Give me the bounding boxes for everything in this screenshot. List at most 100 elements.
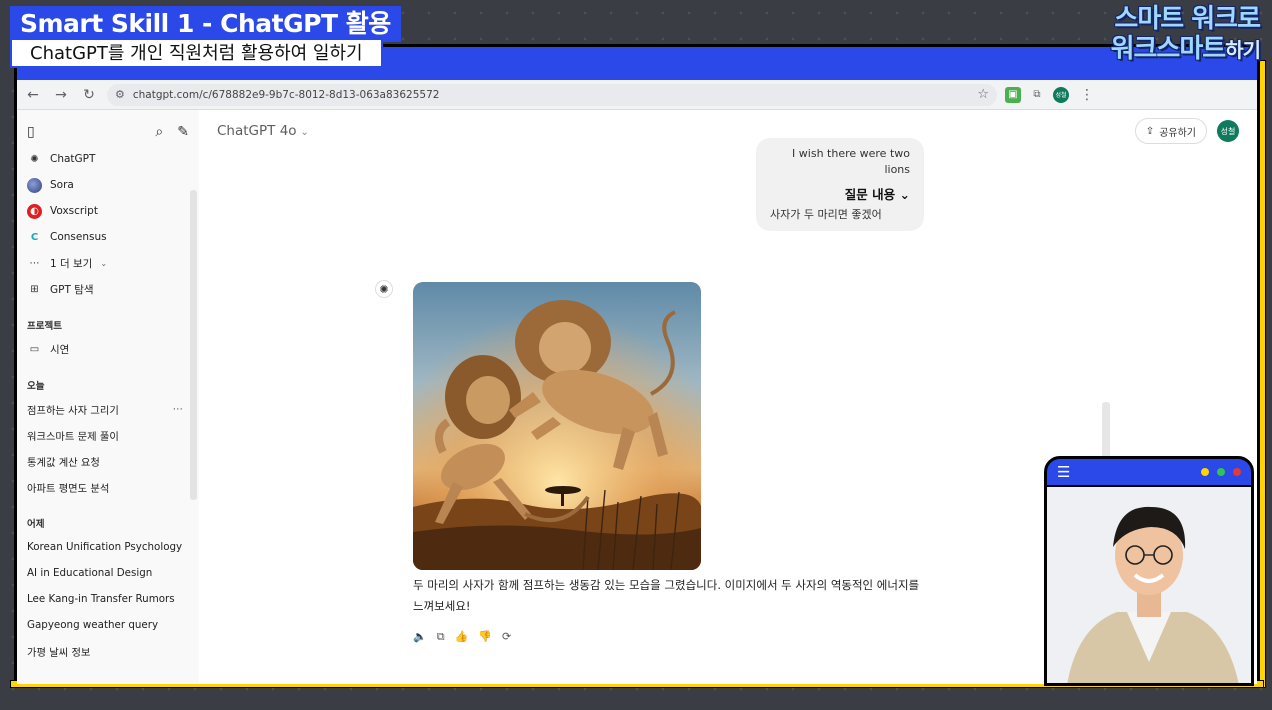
chat-history-item[interactable]: Gapyeong weather query bbox=[17, 612, 199, 638]
openai-icon: ✺ bbox=[30, 153, 39, 165]
chat-title: 점프하는 사자 그리기 bbox=[27, 404, 119, 417]
model-selector[interactable]: ChatGPT 4o ⌄ bbox=[217, 123, 309, 139]
chat-history-item[interactable]: Korean Unification Psychology bbox=[17, 534, 199, 560]
chat-title: 가평 날씨 정보 bbox=[27, 646, 91, 659]
bookmark-star-icon[interactable]: ☆ bbox=[977, 87, 989, 102]
chat-title: 아파트 평면도 분석 bbox=[27, 482, 110, 495]
address-toolbar: ← → ↻ ⚙ chatgpt.com/c/678882e9-9b7c-8012… bbox=[17, 80, 1257, 110]
sidebar-toggle-icon[interactable]: ▯ bbox=[27, 124, 35, 140]
chevron-down-icon: ⌄ bbox=[899, 187, 910, 202]
sidebar-item-label: Voxscript bbox=[50, 205, 98, 217]
browser-menu-icon[interactable]: ⋮ bbox=[1077, 85, 1097, 105]
chevron-down-icon: ⌄ bbox=[300, 127, 309, 138]
sidebar-item-label: ChatGPT bbox=[50, 153, 96, 165]
extension-icon[interactable]: ▣ bbox=[1005, 86, 1021, 103]
reload-icon[interactable]: ↻ bbox=[79, 85, 99, 105]
chat-history-item[interactable]: AI in Educational Design bbox=[17, 560, 199, 586]
chat-title: Korean Unification Psychology bbox=[27, 541, 183, 553]
chat-header: ChatGPT 4o ⌄ ⇪ 공유하기 성철 bbox=[199, 110, 1257, 152]
chat-title: 통계값 계산 요청 bbox=[27, 456, 100, 469]
question-toggle-label: 질문 내용 bbox=[844, 187, 896, 202]
sidebar-item-voxscript[interactable]: ◐ Voxscript bbox=[17, 198, 199, 224]
sidebar-item-more[interactable]: ⋯ 1 더 보기 ⌄ bbox=[17, 250, 199, 276]
chat-history-item[interactable]: 가평 날씨 정보 bbox=[17, 638, 199, 664]
browser-profile-avatar[interactable]: 성철 bbox=[1053, 86, 1069, 103]
sidebar-item-label: GPT 탐색 bbox=[50, 283, 94, 296]
generated-image[interactable] bbox=[413, 282, 701, 570]
project-label: 시연 bbox=[50, 343, 70, 356]
assistant-response-text: 두 마리의 사자가 함께 점프하는 생동감 있는 모습을 그렸습니다. 이미지에… bbox=[413, 578, 920, 613]
window-dot-red-icon bbox=[1233, 468, 1241, 476]
avatar[interactable]: 성철 bbox=[1217, 120, 1239, 142]
channel-logo: 스마트 워크로 워크스마트하기 bbox=[1090, 4, 1261, 74]
chat-history-item[interactable]: 통계값 계산 요청 bbox=[17, 448, 199, 474]
window-dot-yellow-icon bbox=[1201, 468, 1209, 476]
chat-title: AI in Educational Design bbox=[27, 567, 153, 579]
site-settings-icon[interactable]: ⚙ bbox=[115, 88, 125, 101]
share-button[interactable]: ⇪ 공유하기 bbox=[1134, 118, 1207, 144]
project-item[interactable]: ▭ 시연 bbox=[17, 336, 199, 362]
presenter-figure bbox=[1067, 506, 1239, 683]
share-icon: ⇪ bbox=[1145, 125, 1155, 137]
read-aloud-icon[interactable]: 🔈 bbox=[413, 630, 427, 644]
thumbs-up-icon[interactable]: 👍 bbox=[455, 630, 469, 644]
more-dots-icon: ⋯ bbox=[29, 257, 40, 269]
user-message-text: I wish there were two lions bbox=[792, 147, 910, 176]
logo-line-2-suffix: 하기 bbox=[1225, 38, 1261, 62]
url-text: chatgpt.com/c/678882e9-9b7c-8012-8d13-06… bbox=[132, 88, 440, 101]
sidebar-header: ▯ ⌕ ✎ bbox=[17, 118, 199, 146]
sidebar: ▯ ⌕ ✎ ✺ ChatGPT Sora ◐ Voxscript C Conse bbox=[17, 110, 199, 684]
translated-message: 사자가 두 마리면 좋겠어 bbox=[770, 208, 882, 221]
presenter-webcam-overlay: ☰ bbox=[1044, 456, 1254, 686]
lions-illustration bbox=[413, 282, 701, 570]
chat-history-item[interactable]: 점프하는 사자 그리기 ⋯ bbox=[17, 396, 199, 422]
chat-history-item[interactable]: 아파트 평면도 분석 bbox=[17, 474, 199, 500]
chat-title: 워크스마트 문제 풀이 bbox=[27, 430, 119, 443]
sidebar-scrollbar[interactable] bbox=[190, 190, 197, 500]
hamburger-menu-icon: ☰ bbox=[1057, 463, 1071, 481]
search-icon[interactable]: ⌕ bbox=[155, 124, 163, 140]
window-dot-green-icon bbox=[1217, 468, 1225, 476]
assistant-avatar-icon: ✺ bbox=[375, 280, 393, 298]
voxscript-icon: ◐ bbox=[27, 203, 42, 219]
projects-heading: 프로젝트 bbox=[27, 321, 62, 332]
presenter-video bbox=[1047, 485, 1251, 683]
sidebar-item-label: Consensus bbox=[50, 231, 107, 243]
sidebar-item-chatgpt[interactable]: ✺ ChatGPT bbox=[17, 146, 199, 172]
video-subtitle-banner: ChatGPT를 개인 직원처럼 활용하여 일하기 bbox=[10, 40, 383, 68]
folder-icon: ▭ bbox=[29, 343, 40, 355]
chat-title: Gapyeong weather query bbox=[27, 619, 159, 631]
forward-arrow-icon[interactable]: → bbox=[51, 85, 71, 105]
chat-history-item[interactable]: 워크스마트 문제 풀이 bbox=[17, 422, 199, 448]
chevron-down-icon: ⌄ bbox=[100, 258, 108, 268]
grid-icon: ⊞ bbox=[30, 283, 39, 295]
sidebar-item-label: 1 더 보기 bbox=[50, 257, 93, 270]
back-arrow-icon[interactable]: ← bbox=[23, 85, 43, 105]
sidebar-item-explore-gpts[interactable]: ⊞ GPT 탐색 bbox=[17, 276, 199, 302]
response-actions: 🔈 ⧉ 👍 👎 ⟳ bbox=[413, 630, 511, 644]
logo-line-2: 워크스마트하기 bbox=[1090, 34, 1261, 65]
question-toggle[interactable]: 질문 내용 ⌄ bbox=[770, 184, 910, 203]
sidebar-item-sora[interactable]: Sora bbox=[17, 172, 199, 198]
webcam-titlebar: ☰ bbox=[1047, 459, 1251, 485]
extensions-puzzle-icon[interactable]: ⧉ bbox=[1029, 87, 1045, 103]
more-options-icon[interactable]: ⋯ bbox=[173, 403, 183, 415]
thumbs-down-icon[interactable]: 👎 bbox=[478, 630, 492, 644]
yesterday-heading: 어제 bbox=[27, 519, 45, 530]
video-title-banner: Smart Skill 1 - ChatGPT 활용 bbox=[10, 6, 401, 42]
new-chat-icon[interactable]: ✎ bbox=[177, 124, 189, 140]
chat-history-item[interactable]: Lee Kang-in Transfer Rumors bbox=[17, 586, 199, 612]
url-bar[interactable]: ⚙ chatgpt.com/c/678882e9-9b7c-8012-8d13-… bbox=[107, 83, 997, 106]
today-heading: 오늘 bbox=[27, 381, 45, 392]
logo-line-2-main: 워크스마트 bbox=[1110, 34, 1227, 64]
regenerate-icon[interactable]: ⟳ bbox=[502, 630, 511, 644]
user-message-bubble: I wish there were two lions 질문 내용 ⌄ 사자가 … bbox=[756, 138, 924, 231]
share-label: 공유하기 bbox=[1159, 127, 1196, 139]
sidebar-item-consensus[interactable]: C Consensus bbox=[17, 224, 199, 250]
consensus-icon: C bbox=[30, 231, 39, 243]
copy-icon[interactable]: ⧉ bbox=[437, 630, 445, 644]
sidebar-item-label: Sora bbox=[50, 179, 74, 191]
model-name: ChatGPT 4o bbox=[217, 123, 297, 139]
sora-icon bbox=[27, 177, 42, 193]
chat-title: Lee Kang-in Transfer Rumors bbox=[27, 593, 175, 605]
